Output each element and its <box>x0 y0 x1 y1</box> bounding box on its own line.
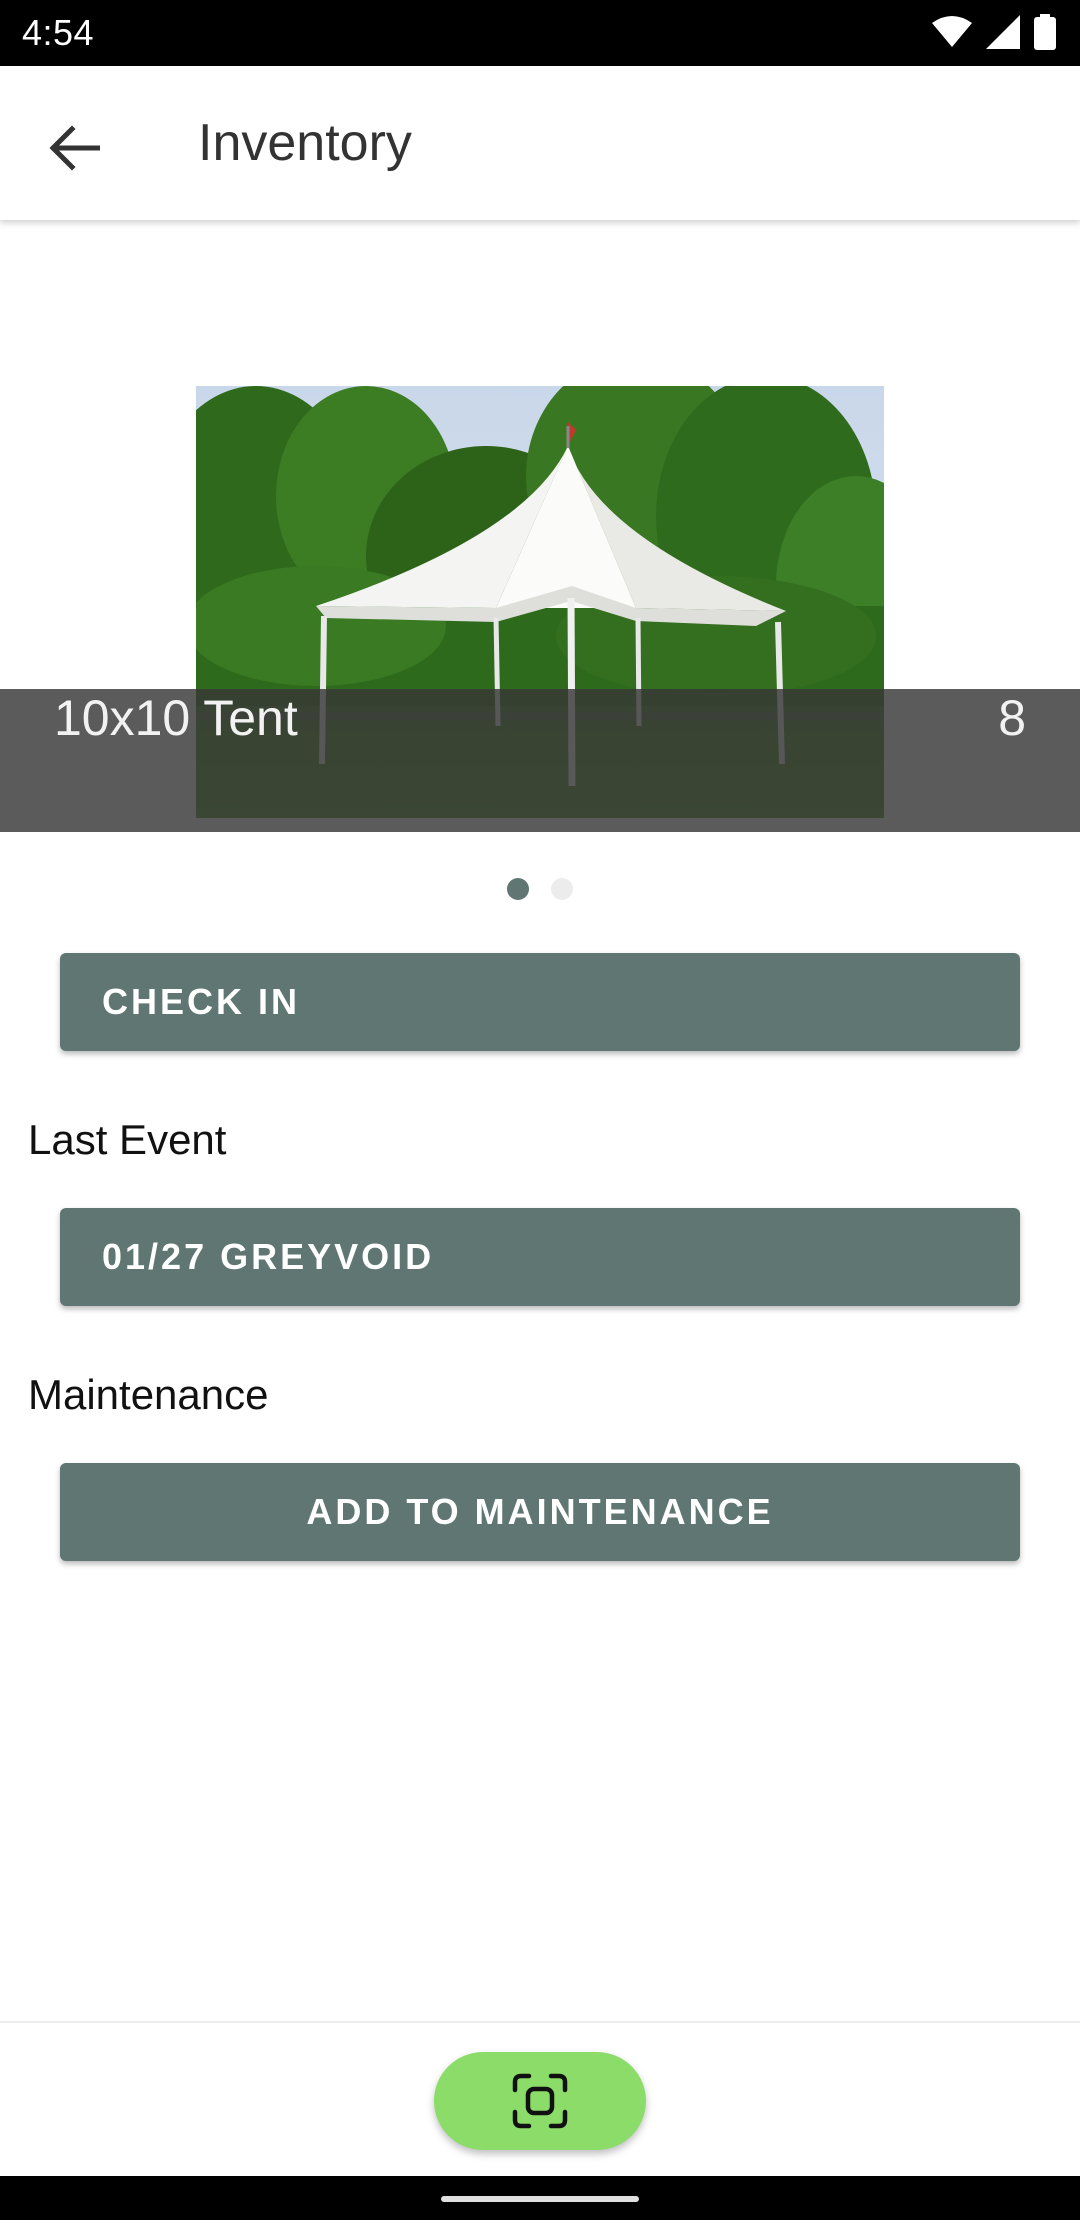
home-handle[interactable] <box>441 2196 639 2202</box>
page-dot-1[interactable] <box>507 878 529 900</box>
cellular-signal-icon <box>986 15 1020 49</box>
status-icons <box>932 14 1056 50</box>
wifi-icon <box>932 16 972 47</box>
item-name: 10x10 Tent <box>54 690 298 746</box>
check-in-button[interactable]: CHECK IN <box>60 953 1020 1051</box>
scan-button[interactable] <box>434 2052 646 2150</box>
carousel-page-indicator <box>0 878 1080 900</box>
bottom-divider <box>0 2021 1080 2023</box>
app-bar: Inventory <box>0 66 1080 220</box>
system-navigation-bar <box>0 2176 1080 2220</box>
page-dot-2[interactable] <box>551 878 573 900</box>
item-count: 8 <box>998 690 1026 746</box>
last-event-button[interactable]: 01/27 GREYVOID <box>60 1208 1020 1306</box>
status-bar: 4:54 <box>0 0 1080 66</box>
page-title: Inventory <box>198 114 412 172</box>
status-time: 4:54 <box>22 12 95 53</box>
add-to-maintenance-button[interactable]: ADD TO MAINTENANCE <box>60 1463 1020 1561</box>
back-button[interactable] <box>34 108 114 188</box>
last-event-heading: Last Event <box>28 1116 227 1163</box>
item-image-carousel[interactable]: 10x10 Tent 8 <box>0 220 1080 832</box>
battery-icon <box>1034 14 1056 50</box>
maintenance-heading: Maintenance <box>28 1371 269 1418</box>
scan-icon <box>512 2073 568 2129</box>
arrow-left-icon <box>49 125 100 171</box>
